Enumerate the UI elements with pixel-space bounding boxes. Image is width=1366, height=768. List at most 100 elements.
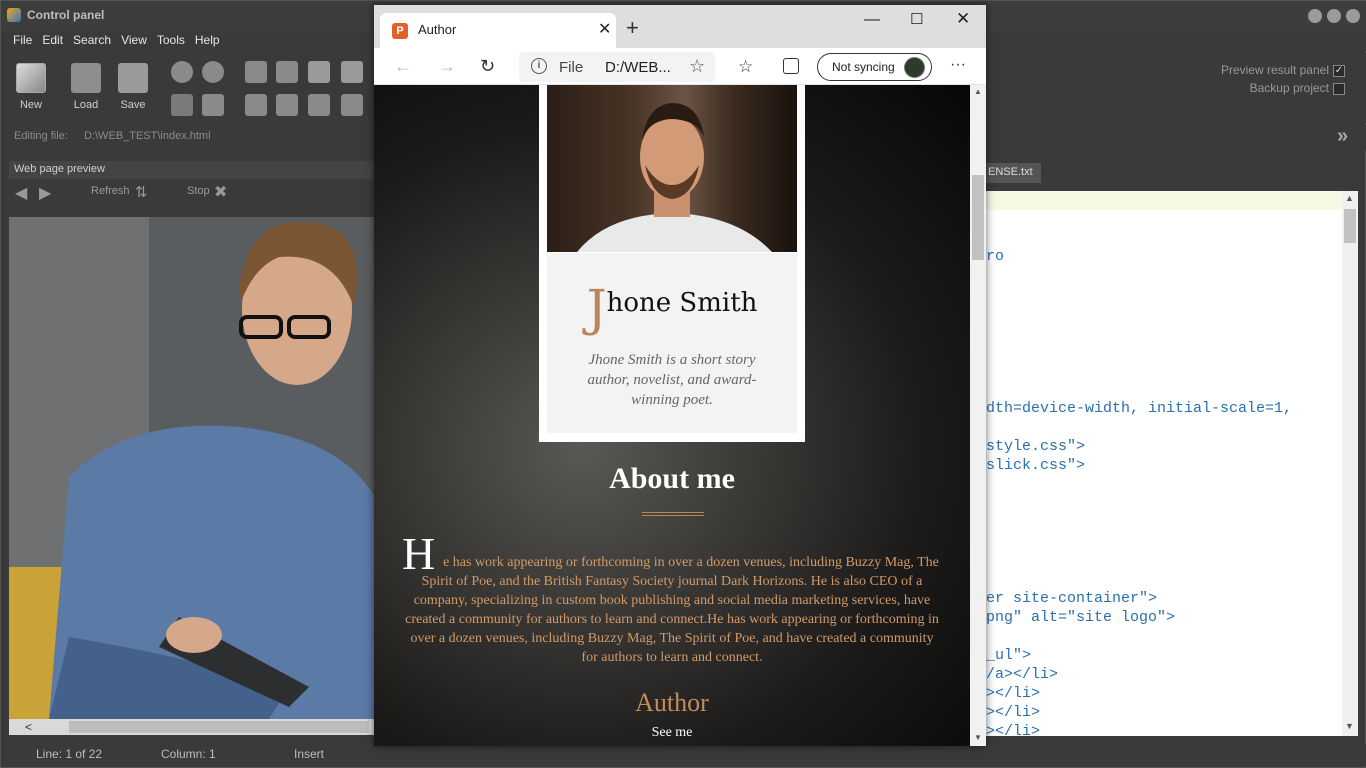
scroll-up-icon[interactable]: ▲ (1345, 193, 1354, 203)
table-icon[interactable] (202, 94, 224, 116)
undo-icon[interactable] (245, 61, 267, 83)
new-button[interactable]: New (11, 61, 51, 119)
tab-license[interactable]: ENSE.txt (986, 163, 1041, 183)
minimize-icon[interactable]: — (864, 11, 880, 29)
browser-tab-strip: P Author ✕ + — ☐ ✕ (374, 5, 986, 48)
refresh-icon[interactable]: ⇅ (135, 183, 148, 201)
menu-file[interactable]: File (8, 31, 37, 49)
menu-search[interactable]: Search (68, 31, 116, 49)
new-tab-icon[interactable]: + (626, 15, 639, 41)
favorites-icon[interactable]: ☆ (738, 57, 753, 77)
stop-button[interactable]: Stop (187, 185, 210, 197)
status-bar: Line: 1 of 22 Column: 1 Insert (1, 744, 1366, 766)
new-file-icon (16, 63, 46, 93)
code-line: _ul"> (986, 647, 1032, 664)
status-column: Column: 1 (161, 747, 216, 761)
editor-vertical-scrollbar[interactable]: ▲ ▼ (1342, 191, 1358, 736)
maximize-icon[interactable] (1327, 9, 1341, 23)
about-text: e has work appearing or forthcoming in o… (405, 555, 939, 665)
sync-button[interactable]: Not syncing (817, 53, 932, 81)
code-line: style.css"> (986, 438, 1086, 455)
load-icon (71, 63, 101, 93)
backup-project-checkbox[interactable] (1333, 82, 1345, 95)
bulb-icon[interactable] (341, 94, 363, 116)
menu-edit[interactable]: Edit (37, 31, 68, 49)
code-line: ro (986, 248, 1005, 265)
globe-icon[interactable] (171, 61, 193, 83)
about-divider (642, 512, 704, 516)
info-icon[interactable]: i (531, 58, 547, 74)
preview-image (9, 217, 375, 719)
preview-result-label: Preview result panel (1220, 63, 1329, 77)
author-photo (577, 103, 772, 252)
scroll-up-icon[interactable]: ▲ (974, 87, 982, 96)
folder-icon[interactable] (276, 94, 298, 116)
list-icon[interactable] (245, 94, 267, 116)
see-me-link[interactable]: See me (374, 725, 970, 741)
image-icon[interactable] (171, 94, 193, 116)
browser-vertical-scrollbar[interactable]: ▲ ▼ (970, 85, 986, 746)
copy-icon[interactable] (308, 61, 330, 83)
author-name: Jhone Smith (547, 279, 797, 337)
load-button[interactable]: Load (66, 61, 106, 119)
scroll-thumb[interactable] (69, 721, 369, 733)
code-line: /a></li> (986, 666, 1059, 683)
favorite-star-icon[interactable]: ☆ (689, 56, 705, 77)
sync-label: Not syncing (832, 60, 895, 74)
maximize-icon[interactable]: ☐ (910, 10, 923, 28)
scroll-down-icon[interactable]: ▼ (974, 733, 982, 742)
code-editor[interactable]: ro dth=device-width, initial-scale=1, st… (986, 191, 1342, 736)
menu-help[interactable]: Help (190, 31, 225, 49)
scroll-thumb[interactable] (1344, 209, 1356, 243)
close-icon[interactable] (1346, 9, 1360, 23)
file-tabs: ENSE.txt (986, 161, 1361, 183)
minimize-icon[interactable] (1308, 9, 1322, 23)
more-icon[interactable]: ··· (950, 56, 966, 74)
current-line-highlight (986, 191, 1342, 210)
scroll-thumb[interactable] (972, 175, 984, 260)
author-name-initial: J (586, 279, 607, 337)
browser-tab[interactable]: P Author ✕ (380, 13, 616, 48)
url-scheme: File (559, 59, 584, 76)
preview-result-option[interactable]: Preview result panel ✓ (1221, 63, 1345, 77)
author-heading: Author (635, 688, 709, 717)
preview-header: Web page preview (9, 161, 375, 179)
url-path: D:/WEB... (605, 59, 671, 76)
menu-view[interactable]: View (116, 31, 152, 49)
close-icon[interactable]: ✕ (956, 9, 970, 29)
forward-icon[interactable]: → (438, 56, 456, 77)
refresh-button[interactable]: Refresh (91, 185, 130, 197)
code-line: ></li> (986, 704, 1041, 721)
preview-horizontal-scrollbar[interactable]: < (9, 719, 375, 735)
editing-file-label: Editing file: (14, 130, 68, 142)
menu-tools[interactable]: Tools (152, 31, 190, 49)
reload-icon[interactable]: ↻ (480, 56, 495, 77)
collections-icon[interactable] (783, 58, 799, 74)
about-title: About me (609, 462, 735, 495)
code-text: png" alt="site logo"> (986, 609, 1176, 626)
editing-file-path: D:\WEB_TEST\index.html (84, 130, 211, 142)
scroll-down-icon[interactable]: ▼ (1345, 721, 1354, 731)
backup-project-option[interactable]: Backup project (1250, 81, 1345, 95)
disk-icon[interactable] (308, 94, 330, 116)
code-line: png" alt="site logo"> (986, 609, 1175, 626)
status-line: Line: 1 of 22 (36, 747, 103, 761)
paste-icon[interactable] (341, 61, 363, 83)
browser-icon[interactable] (202, 61, 224, 83)
address-bar-row: ← → ↻ i File D:/WEB... ☆ ☆ Not syncing ·… (374, 48, 986, 85)
stop-icon[interactable]: ✖ (214, 182, 227, 202)
cut-icon[interactable] (276, 61, 298, 83)
author-portrait (547, 85, 797, 252)
scroll-left-icon[interactable]: < (25, 720, 32, 734)
man-writing-photo (9, 217, 375, 719)
back-icon[interactable]: ◀ (15, 183, 27, 203)
preview-result-checkbox[interactable]: ✓ (1333, 64, 1345, 77)
author-bio: Jhone Smith is a short story author, nov… (587, 352, 757, 408)
save-button[interactable]: Save (113, 61, 153, 119)
back-icon[interactable]: ← (394, 56, 412, 77)
address-bar[interactable]: i File D:/WEB... ☆ (519, 52, 715, 82)
tab-close-icon[interactable]: ✕ (598, 19, 611, 39)
forward-icon[interactable]: ▶ (39, 183, 51, 203)
tab-title: Author (418, 22, 457, 37)
profile-avatar (904, 57, 925, 78)
